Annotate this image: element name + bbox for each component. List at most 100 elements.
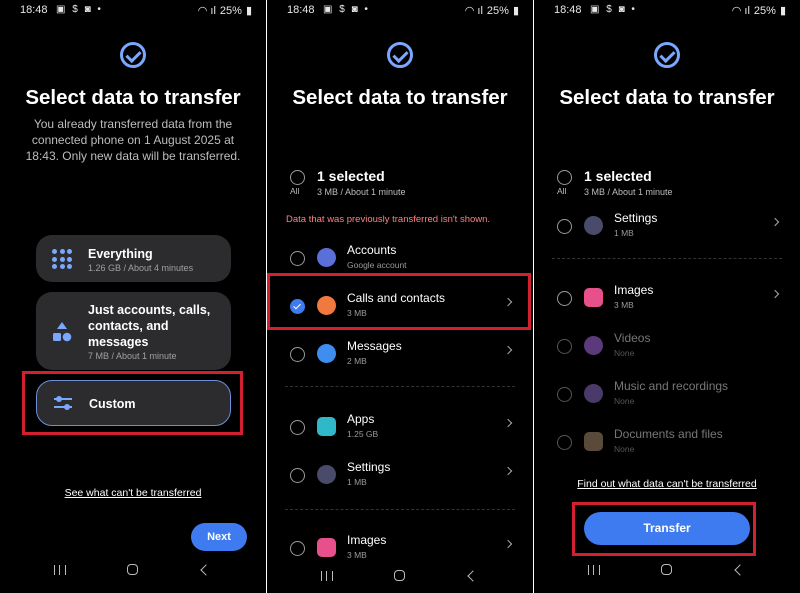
- chevron-right-icon: [770, 217, 780, 227]
- option-subtitle: 7 MB / About 1 minute: [88, 351, 177, 361]
- next-button[interactable]: Next: [191, 523, 247, 551]
- item-subtitle: 1 MB: [347, 477, 367, 487]
- option-title: Everything: [88, 247, 153, 261]
- item-title: Documents and files: [614, 427, 723, 441]
- item-checkbox: [557, 339, 572, 354]
- back-icon[interactable]: [200, 564, 212, 576]
- selected-count: 1 selected: [317, 168, 385, 184]
- list-item-images[interactable]: Images 3 MB: [534, 278, 800, 324]
- option-subtitle: 1.26 GB / About 4 minutes: [88, 263, 194, 273]
- shapes-icon: [53, 322, 72, 342]
- notification-icons: ▣ $ ◙ •: [56, 4, 103, 15]
- notification-icons: ▣ $ ◙ •: [323, 4, 370, 15]
- battery-icon: ▮: [512, 5, 519, 17]
- image-icon: [317, 538, 336, 557]
- signal-icon: ◠ ıl: [464, 5, 483, 17]
- list-item-apps[interactable]: Apps 1.25 GB: [267, 407, 533, 453]
- chevron-right-icon: [503, 539, 513, 549]
- highlight-box: [22, 371, 243, 435]
- item-title: Images: [614, 283, 654, 297]
- item-checkbox[interactable]: [557, 291, 572, 306]
- list-item-messages[interactable]: Messages 2 MB: [267, 334, 533, 380]
- item-title: Videos: [614, 331, 651, 345]
- status-time: 18:48: [287, 4, 315, 16]
- nav-bar: [0, 553, 266, 593]
- home-icon[interactable]: [394, 570, 405, 581]
- item-checkbox[interactable]: [290, 420, 305, 435]
- back-icon[interactable]: [467, 570, 479, 582]
- back-icon[interactable]: [734, 564, 746, 576]
- item-subtitle: None: [614, 348, 635, 358]
- apps-icon: [317, 417, 336, 436]
- find-out-cant-transfer-link[interactable]: Find out what data can't be transferred: [534, 478, 800, 490]
- key-icon: [317, 248, 336, 267]
- music-icon: [584, 384, 603, 403]
- highlight-box: [572, 502, 756, 556]
- status-bar: 18:48 ▣ $ ◙ • ◠ ıl 25% ▮: [534, 0, 800, 22]
- item-checkbox[interactable]: [290, 468, 305, 483]
- item-title: Accounts: [347, 243, 397, 257]
- chevron-right-icon: [503, 418, 513, 428]
- list-item-music: Music and recordings None: [534, 374, 800, 420]
- chevron-right-icon: [770, 289, 780, 299]
- screen-3: 18:48 ▣ $ ◙ • ◠ ıl 25% ▮ Select data to tr…: [534, 0, 800, 593]
- recent-apps-icon[interactable]: [321, 571, 333, 581]
- option-title: Just accounts, calls, contacts, and mess…: [88, 303, 211, 349]
- selected-size: 3 MB / About 1 minute: [584, 187, 673, 197]
- item-subtitle: 3 MB: [614, 300, 634, 310]
- status-bar: 18:48 ▣ $ ◙ • ◠ ıl 25% ▮: [267, 0, 533, 22]
- select-all-checkbox[interactable]: [557, 170, 572, 185]
- nav-bar: [267, 561, 533, 593]
- divider: [552, 258, 782, 259]
- list-item-settings[interactable]: Settings 1 MB: [267, 455, 533, 501]
- image-icon: [584, 288, 603, 307]
- option-just-accounts[interactable]: Just accounts, calls, contacts, and mess…: [36, 292, 231, 370]
- battery-icon: ▮: [779, 5, 786, 17]
- gear-icon: [317, 465, 336, 484]
- item-checkbox: [557, 435, 572, 450]
- status-time: 18:48: [554, 4, 582, 16]
- signal-icon: ◠ ıl: [197, 5, 216, 17]
- item-checkbox[interactable]: [290, 347, 305, 362]
- item-subtitle: None: [614, 444, 635, 454]
- item-checkbox[interactable]: [290, 251, 305, 266]
- item-title: Music and recordings: [614, 379, 729, 393]
- document-icon: [584, 432, 603, 451]
- recent-apps-icon[interactable]: [588, 565, 600, 575]
- item-subtitle: 1 MB: [614, 228, 634, 238]
- home-icon[interactable]: [661, 564, 672, 575]
- chevron-right-icon: [503, 466, 513, 476]
- gear-icon: [584, 216, 603, 235]
- check-circle-icon: [120, 42, 146, 68]
- item-subtitle: None: [614, 396, 635, 406]
- list-item-documents: Documents and files None: [534, 422, 800, 468]
- status-time: 18:48: [20, 4, 48, 16]
- battery-icon: ▮: [245, 5, 252, 17]
- page-subtitle: You already transferred data from the co…: [25, 117, 241, 163]
- divider: [285, 386, 515, 387]
- item-checkbox[interactable]: [557, 219, 572, 234]
- page-title: Select data to transfer: [559, 86, 775, 109]
- item-checkbox: [557, 387, 572, 402]
- check-circle-icon: [387, 42, 413, 68]
- chevron-right-icon: [503, 345, 513, 355]
- battery-level: 25%: [219, 4, 242, 17]
- select-all-checkbox[interactable]: [290, 170, 305, 185]
- item-title: Settings: [614, 211, 658, 225]
- home-icon[interactable]: [127, 564, 138, 575]
- page-title: Select data to transfer: [292, 86, 508, 109]
- selected-count: 1 selected: [584, 168, 652, 184]
- see-cant-transfer-link[interactable]: See what can't be transferred: [0, 487, 266, 499]
- list-item-settings[interactable]: Settings 1 MB: [534, 206, 800, 252]
- previously-transferred-notice: Data that was previously transferred isn…: [286, 214, 491, 225]
- item-subtitle: 1.25 GB: [347, 429, 379, 439]
- highlight-box: [267, 273, 531, 330]
- recent-apps-icon[interactable]: [54, 565, 66, 575]
- notification-icons: ▣ $ ◙ •: [590, 4, 637, 15]
- item-title: Images: [347, 533, 387, 547]
- item-subtitle: 3 MB: [347, 550, 367, 560]
- item-checkbox[interactable]: [290, 541, 305, 556]
- option-everything[interactable]: Everything 1.26 GB / About 4 minutes: [36, 235, 231, 282]
- all-label: All: [557, 186, 567, 196]
- item-title: Settings: [347, 460, 391, 474]
